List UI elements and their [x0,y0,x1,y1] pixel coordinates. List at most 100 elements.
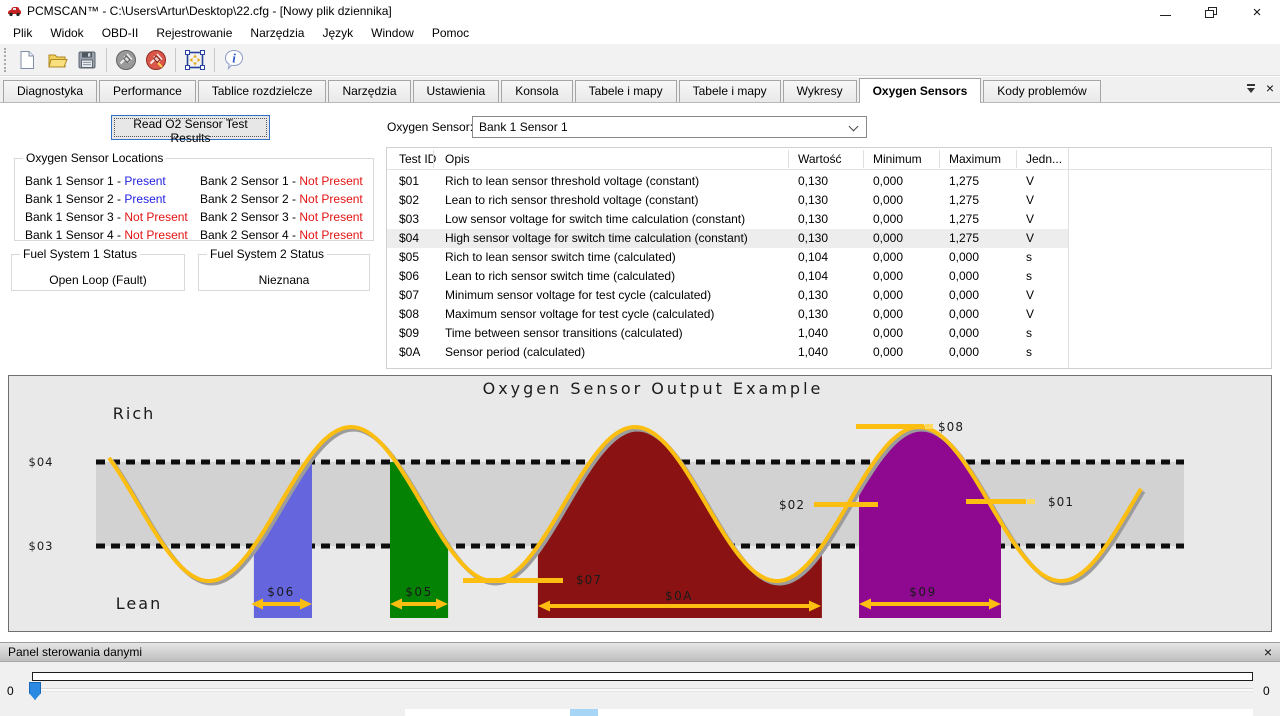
cell-test-id: $05 [399,248,419,267]
cell-minimum: 0,000 [873,210,903,229]
upper-threshold-label: $04 [29,455,54,469]
tab-tabele-i-mapy[interactable]: Tabele i mapy [679,80,781,102]
tab-list-dropdown-icon[interactable] [1246,83,1256,93]
oxygen-sensor-locations-title: Oxygen Sensor Locations [23,151,166,165]
tab-performance[interactable]: Performance [99,80,196,102]
app-window: PCMSCAN™ - C:\Users\Artur\Desktop\22.cfg… [0,0,1280,716]
cell-opis: Rich to lean sensor threshold voltage (c… [445,172,699,191]
oxygen-sensor-select[interactable]: Bank 1 Sensor 1 [472,116,867,138]
data-control-panel: Panel sterowania danymi × 0 0 [0,642,1280,716]
tab-diagnostyka[interactable]: Diagnostyka [3,80,97,102]
sensor-location-bank-1-sensor-2: Bank 1 Sensor 2 - Present [25,190,200,208]
cell-warto: 1,040 [798,343,828,362]
oxygen-sensor-select-label: Oxygen Sensor: [387,120,473,134]
tab-konsola[interactable]: Konsola [501,80,572,102]
oxygen-sensor-select-value: Bank 1 Sensor 1 [479,120,568,134]
connect-icon[interactable] [111,46,141,74]
cell-opis: Low sensor voltage for switch time calcu… [445,210,745,229]
table-row-09[interactable]: $09Time between sensor transitions (calc… [387,324,1068,343]
cell-minimum: 0,000 [873,343,903,362]
slider-min-label: 0 [7,684,14,698]
panel-close-icon[interactable]: × [1264,644,1272,660]
menu-item-window[interactable]: Window [362,24,423,42]
tab-kody-problem-w[interactable]: Kody problemów [983,80,1100,102]
toolbar-grip[interactable] [4,48,7,72]
menu-item-j-zyk[interactable]: Język [313,24,362,42]
menu-item-pomoc[interactable]: Pomoc [423,24,478,42]
column-header-minimum[interactable]: Minimum [873,148,922,170]
info-icon[interactable]: i [219,46,249,74]
save-icon[interactable] [72,46,102,74]
playback-slider-thumb[interactable] [29,682,41,700]
cell-maximum: 1,275 [949,172,979,191]
column-header-warto[interactable]: Wartość [798,148,842,170]
column-header-jedn[interactable]: Jedn... [1026,148,1062,170]
tab-close-icon[interactable]: × [1266,82,1274,94]
tab-ustawienia[interactable]: Ustawienia [413,80,500,102]
lean-label: Lean [116,594,162,613]
disconnect-icon[interactable] [141,46,171,74]
cell-jedn: s [1026,248,1032,267]
cell-maximum: 0,000 [949,267,979,286]
data-control-panel-title: Panel sterowania danymi [8,645,142,659]
restore-button[interactable] [1188,0,1234,24]
cell-jedn: s [1026,267,1032,286]
open-file-icon[interactable] [42,46,72,74]
tab-oxygen-sensors[interactable]: Oxygen Sensors [859,78,982,103]
cell-maximum: 0,000 [949,248,979,267]
bottom-scrollbar[interactable] [405,709,1253,716]
menu-item-obd-ii[interactable]: OBD-II [93,24,148,42]
marker-tick-08 [925,424,933,429]
column-header-test-id[interactable]: Test ID [399,148,436,170]
tab-tabele-i-mapy[interactable]: Tabele i mapy [575,80,677,102]
cell-minimum: 0,000 [873,191,903,210]
table-row-0a[interactable]: $0ASensor period (calculated)1,0400,0000… [387,343,1068,362]
tab-tablice-rozdzielcze[interactable]: Tablice rozdzielcze [198,80,327,102]
column-header-maximum[interactable]: Maximum [949,148,1001,170]
cell-warto: 0,104 [798,267,828,286]
fullscreen-icon[interactable] [180,46,210,74]
table-row-04[interactable]: $04High sensor voltage for switch time c… [387,229,1068,248]
menu-item-narz-dzia[interactable]: Narzędzia [241,24,313,42]
read-o2-sensor-test-results-button[interactable]: Read O2 Sensor Test Results [111,115,270,140]
oxygen-sensors-page: Read O2 Sensor Test Results Oxygen Senso… [0,103,1280,642]
cell-jedn: V [1026,286,1034,305]
table-row-07[interactable]: $07Minimum sensor voltage for test cycle… [387,286,1068,305]
column-header-opis[interactable]: Opis [445,148,470,170]
header-separator [863,150,864,168]
cell-maximum: 1,275 [949,229,979,248]
sensor-location-name: Bank 2 Sensor 1 - [200,174,299,188]
tab-wykresy[interactable]: Wykresy [783,80,857,102]
cell-test-id: $01 [399,172,419,191]
cell-warto: 0,130 [798,305,828,324]
cell-opis: High sensor voltage for switch time calc… [445,229,748,248]
bottom-scrollbar-thumb[interactable] [570,709,598,716]
cell-warto: 0,130 [798,286,828,305]
cell-jedn: V [1026,210,1034,229]
table-row-03[interactable]: $03 Low sensor voltage for switch time ca… [387,210,1068,229]
cell-maximum: 0,000 [949,343,979,362]
table-row-01[interactable]: $01 Rich to lean sensor threshold voltage… [387,172,1068,191]
table-row-02[interactable]: $02Lean to rich sensor threshold voltage… [387,191,1068,210]
table-row-05[interactable]: $05Rich to lean sensor switch time (calc… [387,248,1068,267]
cell-minimum: 0,000 [873,248,903,267]
cell-maximum: 1,275 [949,191,979,210]
region-label-06: $06 [267,585,294,599]
menu-item-plik[interactable]: Plik [4,24,41,42]
cell-test-id: $03 [399,210,419,229]
o2-test-results-table: Test IDOpisWartośćMinimumMaximumJedn... … [386,147,1272,369]
playback-position-bar[interactable] [32,672,1253,681]
sensor-location-bank-1-sensor-4: Bank 1 Sensor 4 - Not Present [25,226,200,244]
table-row-06[interactable]: $06Lean to rich sensor switch time (calc… [387,267,1068,286]
menu-item-widok[interactable]: Widok [41,24,92,42]
playback-slider-track[interactable] [32,688,1253,692]
tab-narz-dzia[interactable]: Narzędzia [328,80,410,102]
minimize-button[interactable] [1142,0,1188,24]
cell-minimum: 0,000 [873,305,903,324]
menu-item-rejestrowanie[interactable]: Rejestrowanie [147,24,241,42]
new-file-icon[interactable] [12,46,42,74]
close-button[interactable]: × [1234,0,1280,24]
sensor-location-status: Present [124,174,165,188]
table-row-08[interactable]: $08Maximum sensor voltage for test cycle… [387,305,1068,324]
cell-warto: 0,130 [798,172,828,191]
